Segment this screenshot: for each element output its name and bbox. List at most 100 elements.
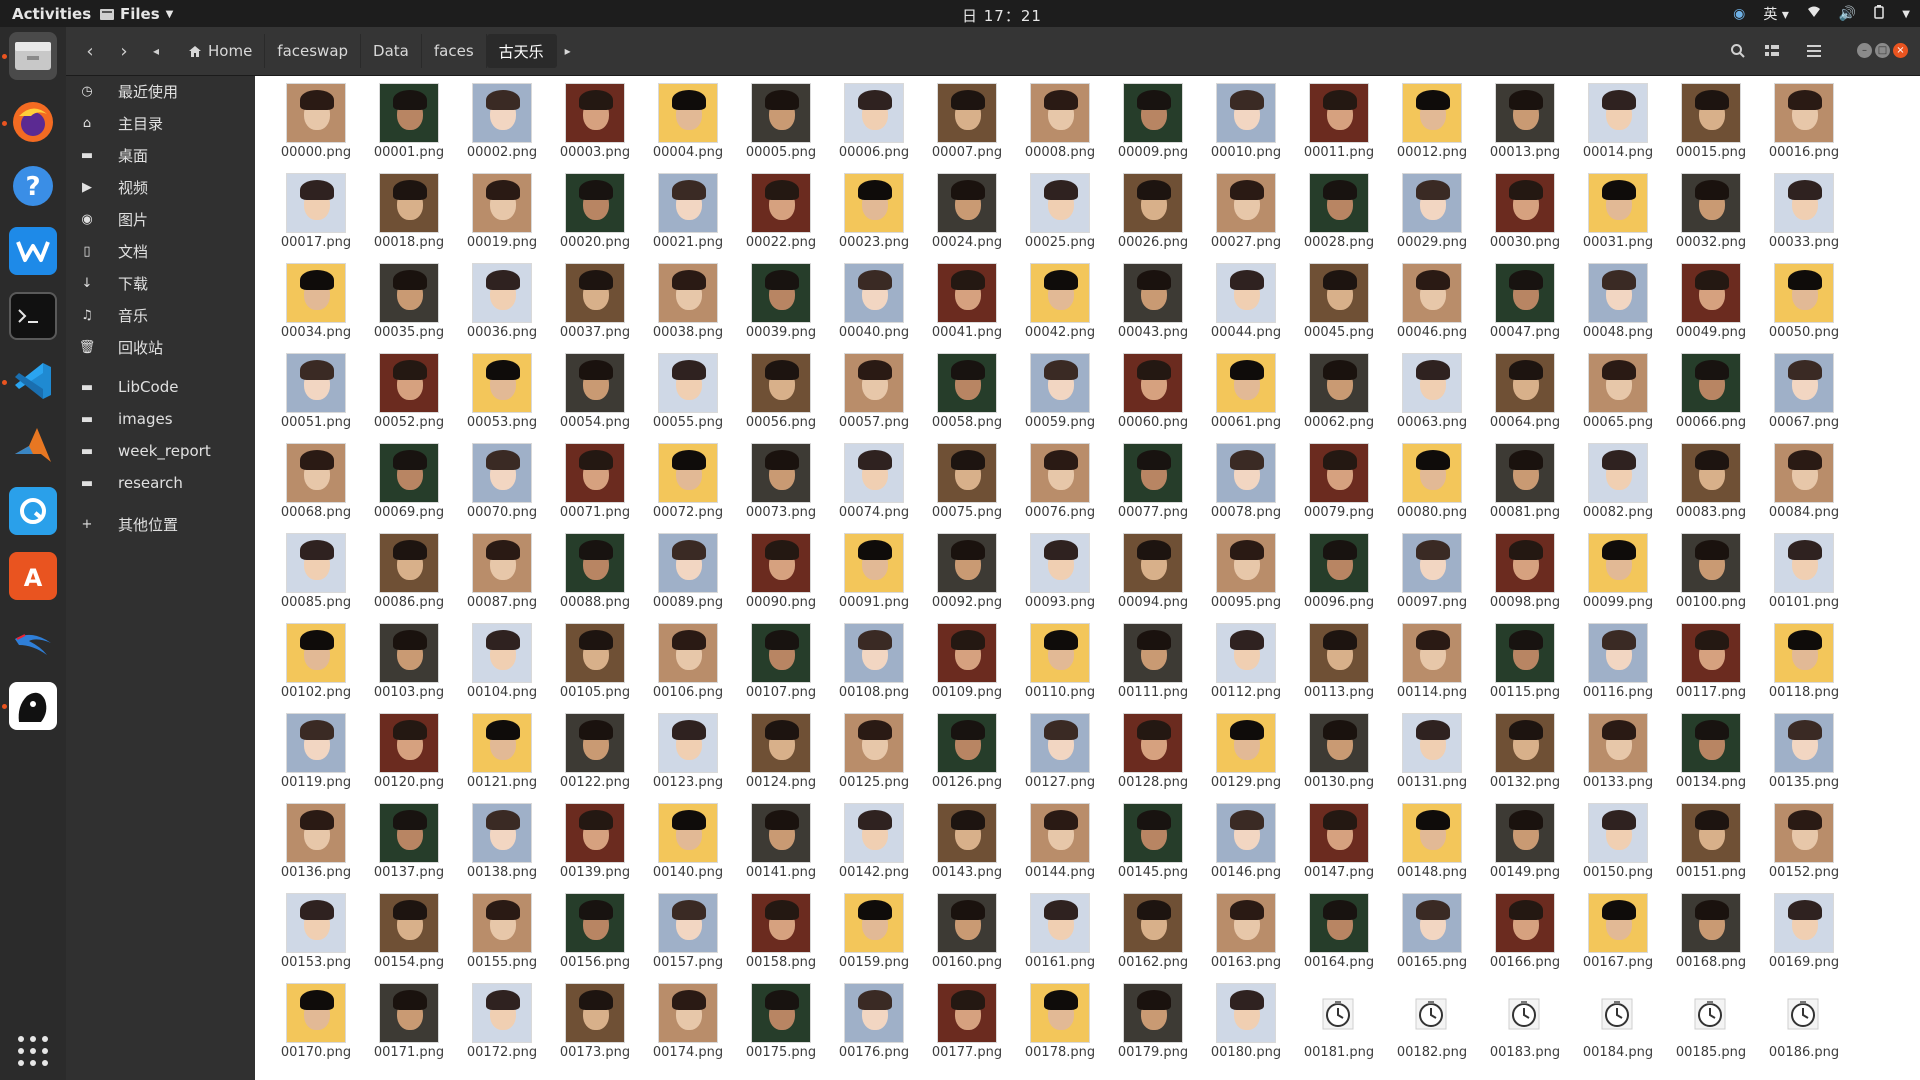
file-item[interactable]: 00117.png [1665,618,1757,704]
file-item[interactable]: 00042.png [1014,258,1106,344]
file-item[interactable]: 00008.png [1014,78,1106,164]
file-item[interactable]: 00180.png [1200,978,1292,1064]
file-item[interactable]: 00106.png [642,618,734,704]
file-item[interactable]: 00055.png [642,348,734,434]
sidebar-item-12[interactable]: ▬ research [66,468,255,498]
file-item[interactable]: 00088.png [549,528,641,614]
file-item[interactable]: 00004.png [642,78,734,164]
sidebar-item-0[interactable]: ◷ 最近使用 [66,76,255,106]
file-item[interactable]: 00110.png [1014,618,1106,704]
file-item[interactable]: 00091.png [828,528,920,614]
file-item[interactable]: 00182.png [1386,978,1478,1064]
breadcrumb-scroll-left-button[interactable]: ◂ [144,35,168,67]
file-item[interactable]: 00097.png [1386,528,1478,614]
file-item[interactable]: 00066.png [1665,348,1757,434]
file-item[interactable]: 00166.png [1479,888,1571,974]
file-item[interactable]: 00170.png [270,978,362,1064]
file-item[interactable]: 00156.png [549,888,641,974]
file-item[interactable]: 00120.png [363,708,455,794]
file-item[interactable]: 00089.png [642,528,734,614]
file-item[interactable]: 00018.png [363,168,455,254]
file-item[interactable]: 00093.png [1014,528,1106,614]
file-item[interactable]: 00076.png [1014,438,1106,524]
file-item[interactable]: 00059.png [1014,348,1106,434]
file-item[interactable]: 00090.png [735,528,827,614]
file-item[interactable]: 00046.png [1386,258,1478,344]
file-item[interactable]: 00148.png [1386,798,1478,884]
file-item[interactable]: 00146.png [1200,798,1292,884]
show-applications-icon[interactable] [9,1027,57,1075]
file-item[interactable]: 00153.png [270,888,362,974]
file-item[interactable]: 00111.png [1107,618,1199,704]
file-item[interactable]: 00186.png [1758,978,1850,1064]
file-item[interactable]: 00141.png [735,798,827,884]
activities-button[interactable]: Activities [12,5,91,23]
file-item[interactable]: 00045.png [1293,258,1385,344]
file-item[interactable]: 00142.png [828,798,920,884]
file-item[interactable]: 00159.png [828,888,920,974]
file-item[interactable]: 00175.png [735,978,827,1064]
file-item[interactable]: 00054.png [549,348,641,434]
file-item[interactable]: 00025.png [1014,168,1106,254]
file-item[interactable]: 00158.png [735,888,827,974]
help-dock-icon[interactable]: ? [9,162,57,210]
file-item[interactable]: 00171.png [363,978,455,1064]
file-item[interactable]: 00121.png [456,708,548,794]
file-item[interactable]: 00006.png [828,78,920,164]
file-item[interactable]: 00016.png [1758,78,1850,164]
file-item[interactable]: 00176.png [828,978,920,1064]
file-item[interactable]: 00169.png [1758,888,1850,974]
file-item[interactable]: 00165.png [1386,888,1478,974]
file-item[interactable]: 00140.png [642,798,734,884]
file-item[interactable]: 00060.png [1107,348,1199,434]
file-item[interactable]: 00116.png [1572,618,1664,704]
file-item[interactable]: 00038.png [642,258,734,344]
file-item[interactable]: 00003.png [549,78,641,164]
file-item[interactable]: 00122.png [549,708,641,794]
file-item[interactable]: 00138.png [456,798,548,884]
file-item[interactable]: 00011.png [1293,78,1385,164]
file-item[interactable]: 00001.png [363,78,455,164]
file-item[interactable]: 00101.png [1758,528,1850,614]
files-app-menu[interactable]: Files ▼ [100,5,173,23]
file-item[interactable]: 00126.png [921,708,1013,794]
vscode-dock-icon[interactable] [9,357,57,405]
file-item[interactable]: 00028.png [1293,168,1385,254]
kali-dragon-dock-icon[interactable] [9,617,57,665]
file-item[interactable]: 00019.png [456,168,548,254]
terminal-dock-icon[interactable] [9,292,57,340]
file-item[interactable]: 00056.png [735,348,827,434]
file-item[interactable]: 00064.png [1479,348,1571,434]
breadcrumb-home[interactable]: Home [176,34,266,68]
file-item[interactable]: 00069.png [363,438,455,524]
maximize-button[interactable]: □ [1875,43,1890,58]
battery-icon[interactable] [1874,5,1885,23]
file-item[interactable]: 00061.png [1200,348,1292,434]
file-item[interactable]: 00048.png [1572,258,1664,344]
minimize-button[interactable]: – [1857,43,1872,58]
file-item[interactable]: 00134.png [1665,708,1757,794]
file-item[interactable]: 00162.png [1107,888,1199,974]
file-item[interactable]: 00104.png [456,618,548,704]
file-item[interactable]: 00012.png [1386,78,1478,164]
file-item[interactable]: 00014.png [1572,78,1664,164]
file-item[interactable]: 00155.png [456,888,548,974]
file-item[interactable]: 00005.png [735,78,827,164]
file-item[interactable]: 00062.png [1293,348,1385,434]
file-item[interactable]: 00157.png [642,888,734,974]
file-item[interactable]: 00149.png [1479,798,1571,884]
file-item[interactable]: 00053.png [456,348,548,434]
file-item[interactable]: 00129.png [1200,708,1292,794]
file-item[interactable]: 00010.png [1200,78,1292,164]
file-item[interactable]: 00160.png [921,888,1013,974]
file-item[interactable]: 00079.png [1293,438,1385,524]
file-item[interactable]: 00163.png [1200,888,1292,974]
back-button[interactable]: ‹ [74,35,106,67]
file-item[interactable]: 00043.png [1107,258,1199,344]
firefox-dock-icon[interactable] [9,98,57,146]
file-item[interactable]: 00147.png [1293,798,1385,884]
file-item[interactable]: 00137.png [363,798,455,884]
file-item[interactable]: 00095.png [1200,528,1292,614]
file-item[interactable]: 00123.png [642,708,734,794]
file-item[interactable]: 00145.png [1107,798,1199,884]
